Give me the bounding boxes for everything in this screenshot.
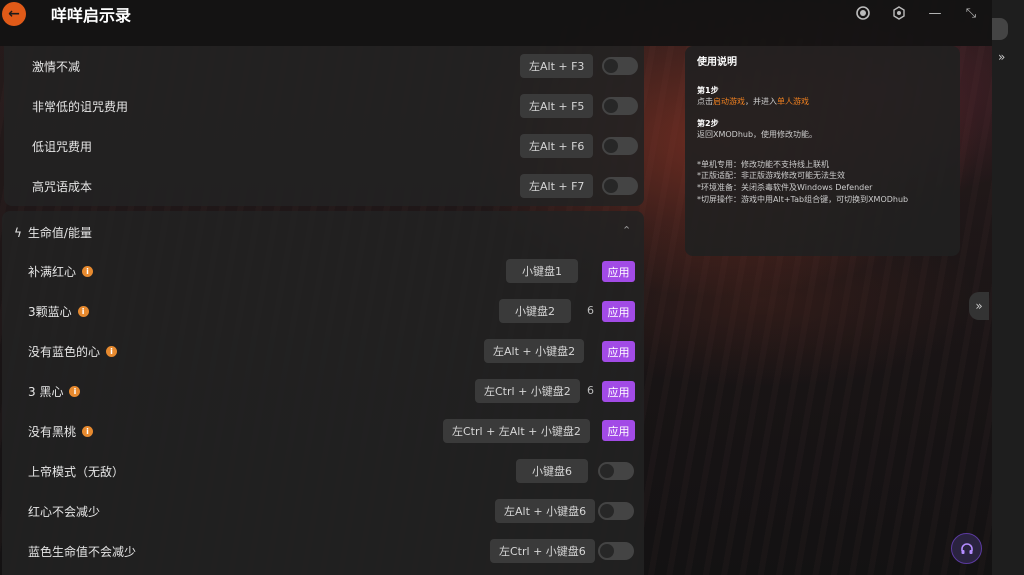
count-value[interactable]: 6 — [587, 384, 594, 397]
note-item: *切屏操作：游戏中用Alt+Tab组合键，可切换到XMODhub — [697, 194, 909, 204]
instructions-panel: 使用说明 第1步 点击启动游戏，并进入单人游戏 第2步 返回XMODhub，使用… — [685, 46, 960, 256]
headset-icon — [960, 542, 973, 554]
minimize-icon[interactable]: — — [926, 4, 944, 22]
option-row: 蓝色生命值不会减少 左Ctrl + 小键盘6 — [28, 531, 638, 571]
step2-text: 返回XMODhub，使用修改功能。 — [697, 130, 818, 140]
note-item: *正版适配：非正版游戏修改可能无法生效 — [697, 171, 845, 181]
back-button[interactable]: ← — [2, 2, 26, 26]
hotkey-badge[interactable]: 左Ctrl + 小键盘6 — [490, 539, 595, 563]
toggle-switch[interactable] — [598, 462, 634, 480]
option-label: 非常低的诅咒费用 — [32, 99, 129, 114]
count-value[interactable]: 6 — [587, 304, 594, 317]
option-label: 红心不会减少 — [28, 504, 101, 519]
hotkey-badge[interactable]: 左Ctrl + 小键盘2 — [475, 379, 580, 403]
info-icon[interactable]: i — [82, 265, 94, 277]
hotkey-badge[interactable]: 小键盘2 — [499, 299, 571, 323]
section-title: 生命值/能量 — [27, 226, 92, 240]
hotkey-badge[interactable]: 左Alt + F3 — [520, 54, 594, 78]
option-row: 3颗蓝心 i 小键盘2 6 应用 — [28, 291, 638, 331]
chevron-up-icon[interactable]: ⌃ — [622, 224, 631, 237]
apply-button[interactable]: 应用 — [602, 381, 635, 402]
option-label: 补满红心 — [28, 264, 77, 279]
option-row: 没有黑桃 i 左Ctrl + 左Alt + 小键盘2 应用 — [28, 411, 638, 451]
option-label: 低诅咒费用 — [32, 139, 93, 154]
double-chevron-right-icon[interactable]: » — [998, 50, 1005, 64]
step1-prefix: 点击 — [697, 97, 713, 107]
apply-button[interactable]: 应用 — [602, 301, 635, 322]
right-edge-strip: » — [992, 0, 1024, 575]
option-row: 红心不会减少 左Alt + 小键盘6 — [28, 491, 638, 531]
support-button[interactable] — [951, 533, 982, 564]
toggle-switch[interactable] — [602, 97, 638, 115]
settings-icon[interactable] — [890, 4, 908, 22]
double-chevron-right-icon: » — [975, 299, 983, 313]
step2-title: 第2步 — [697, 118, 719, 128]
hotkey-badge[interactable]: 左Alt + 小键盘2 — [484, 339, 585, 363]
toggle-switch[interactable] — [602, 57, 638, 75]
title-bar: ← 咩咩启示录 — ⤡ — [0, 0, 992, 46]
toggle-switch[interactable] — [598, 502, 634, 520]
step1-title: 第1步 — [697, 85, 719, 95]
note-item: *单机专用：修改功能不支持线上联机 — [697, 159, 829, 169]
apply-button[interactable]: 应用 — [602, 341, 635, 362]
note-item: *环境准备：关闭杀毒软件及Windows Defender — [697, 183, 873, 193]
option-label: 3 黑心 — [28, 384, 64, 399]
single-player-link[interactable]: 单人游戏 — [777, 97, 809, 106]
info-icon[interactable]: i — [106, 345, 118, 357]
info-icon[interactable]: i — [82, 425, 94, 437]
option-label: 蓝色生命值不会减少 — [28, 544, 137, 559]
option-label: 上帝模式（无敌） — [28, 464, 125, 479]
launch-game-link[interactable]: 启动游戏 — [713, 97, 745, 106]
toggle-switch[interactable] — [598, 542, 634, 560]
info-icon[interactable]: i — [69, 385, 81, 397]
option-label: 没有蓝色的心 — [28, 344, 101, 359]
apply-button[interactable]: 应用 — [602, 420, 635, 441]
top-option-group: 激情不减 左Alt + F3 非常低的诅咒费用 左Alt + F5 低诅咒费用 … — [4, 46, 644, 206]
expand-panel-button[interactable]: » — [969, 292, 989, 320]
hotkey-badge[interactable]: 小键盘6 — [516, 459, 588, 483]
option-row: 没有蓝色的心 i 左Alt + 小键盘2 应用 — [28, 331, 638, 371]
option-label: 3颗蓝心 — [28, 304, 72, 319]
option-row: 上帝模式（无敌） 小键盘6 — [28, 451, 638, 491]
option-row: 高咒语成本 左Alt + F7 — [32, 166, 642, 206]
hotkey-badge[interactable]: 左Alt + F5 — [520, 94, 594, 118]
options-panel: 激情不减 左Alt + F3 非常低的诅咒费用 左Alt + F5 低诅咒费用 … — [0, 46, 644, 575]
toggle-switch[interactable] — [602, 137, 638, 155]
app-title: 咩咩启示录 — [51, 6, 132, 25]
hotkey-badge[interactable]: 左Alt + 小键盘6 — [495, 499, 596, 523]
option-label: 激情不减 — [32, 59, 81, 74]
apply-button[interactable]: 应用 — [602, 261, 635, 282]
info-icon[interactable]: i — [77, 305, 89, 317]
lightning-icon: ϟ — [14, 225, 22, 240]
hotkey-badge[interactable]: 左Alt + F7 — [520, 174, 594, 198]
option-row: 低诅咒费用 左Alt + F6 — [32, 126, 642, 166]
hotkey-badge[interactable]: 左Ctrl + 左Alt + 小键盘2 — [443, 419, 590, 443]
option-row: 3 黑心 i 左Ctrl + 小键盘2 6 应用 — [28, 371, 638, 411]
account-icon[interactable] — [854, 4, 872, 22]
hotkey-badge[interactable]: 左Alt + F6 — [520, 134, 594, 158]
arrow-left-icon: ← — [8, 6, 20, 22]
notes-list: *单机专用：修改功能不支持线上联机 *正版适配：非正版游戏修改可能无法生效 *环… — [697, 159, 948, 205]
section-header[interactable]: ϟ 生命值/能量 — [14, 224, 92, 241]
step1-mid: ，并进入 — [745, 97, 777, 107]
toggle-switch[interactable] — [602, 177, 638, 195]
option-row: 补满红心 i 小键盘1 应用 — [28, 251, 638, 291]
option-row: 非常低的诅咒费用 左Alt + F5 — [32, 86, 642, 126]
fullscreen-icon[interactable]: ⤡ — [962, 4, 980, 22]
step1-text: 点击启动游戏，并进入单人游戏 — [697, 96, 948, 108]
option-label: 没有黑桃 — [28, 424, 77, 439]
option-label: 高咒语成本 — [32, 179, 93, 194]
instructions-title: 使用说明 — [697, 57, 737, 68]
option-row: 激情不减 左Alt + F3 — [32, 46, 642, 86]
hotkey-badge[interactable]: 小键盘1 — [506, 259, 578, 283]
edge-handle[interactable] — [992, 18, 1008, 40]
